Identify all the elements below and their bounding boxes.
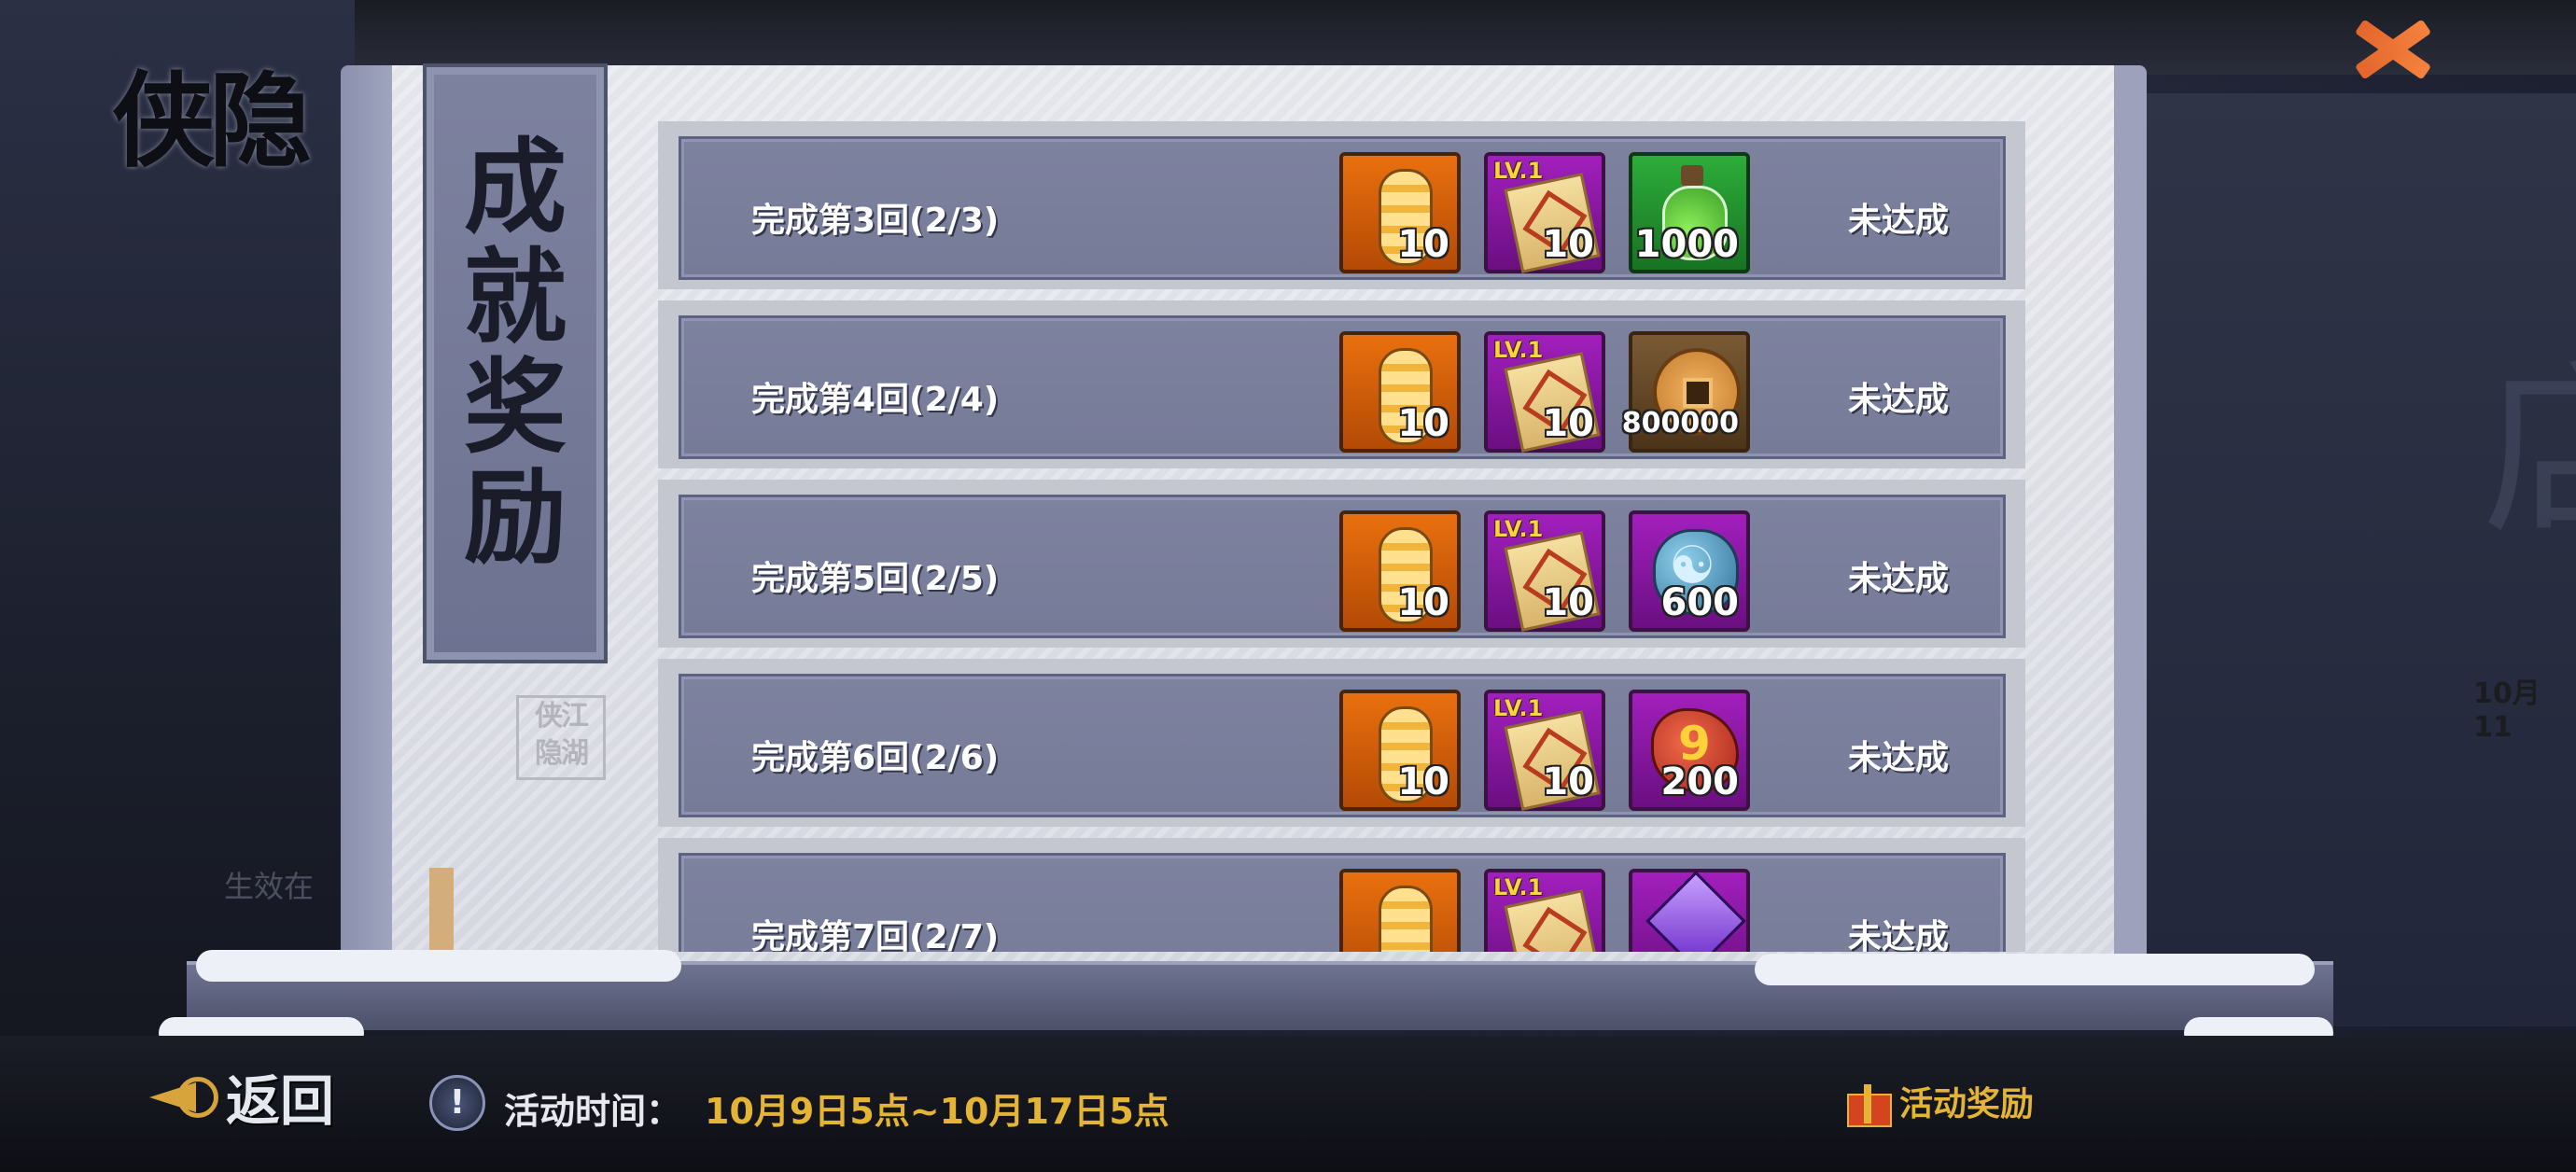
reward-qty: 1000 xyxy=(1634,223,1739,266)
reward-qty: 600 xyxy=(1660,581,1740,624)
row-label: 完成第6回(2/6) xyxy=(751,739,1000,777)
achievement-row: 完成第7回(2/7) LV.1 未达成 xyxy=(658,838,2025,952)
level-badge: LV.1 xyxy=(1493,337,1544,363)
reward-slot[interactable]: 200 xyxy=(1629,690,1750,811)
row-label: 完成第5回(2/5) xyxy=(751,560,1000,598)
reward-slot[interactable]: 10 xyxy=(1339,152,1461,273)
reward-slot[interactable]: LV.1 10 xyxy=(1484,510,1605,632)
achievement-row: 完成第4回(2/4) 10 LV.1 10 800000 未达成 xyxy=(658,300,2025,468)
reward-slot[interactable]: 600 xyxy=(1629,510,1750,632)
coupon-icon xyxy=(1379,886,1433,952)
back-label: 返回 xyxy=(226,1069,335,1133)
background-calligraphy: 店 xyxy=(2483,299,2576,569)
status-label: 未达成 xyxy=(1848,918,1950,952)
level-badge: LV.1 xyxy=(1493,516,1544,542)
reward-qty: 10 xyxy=(1397,581,1449,624)
reward-qty: 10 xyxy=(1542,402,1594,445)
row-panel: 完成第4回(2/4) 10 LV.1 10 800000 未达成 xyxy=(679,315,2006,459)
reward-slot[interactable]: LV.1 10 xyxy=(1484,690,1605,811)
row-label: 完成第3回(2/3) xyxy=(751,202,1000,240)
row-panel: 完成第5回(2/5) 10 LV.1 10 600 未达成 xyxy=(679,495,2006,638)
row-panel: 完成第6回(2/6) 10 LV.1 10 200 未达成 xyxy=(679,674,2006,817)
reward-slot[interactable]: LV.1 10 xyxy=(1484,331,1605,453)
title-banner: 成就奖励 xyxy=(423,63,608,663)
reward-qty: 10 xyxy=(1542,581,1594,624)
reward-slot[interactable] xyxy=(1629,869,1750,952)
reward-qty: 10 xyxy=(1397,760,1449,803)
snow-drift xyxy=(196,950,681,982)
status-label: 未达成 xyxy=(1848,381,1950,419)
reward-qty: 10 xyxy=(1542,760,1594,803)
panel-title: 成就奖励 xyxy=(464,127,567,578)
status-label: 未达成 xyxy=(1848,739,1950,777)
gift-icon xyxy=(1843,1077,1892,1127)
background-side-text: 生效在 xyxy=(224,869,315,904)
back-arrow-icon xyxy=(149,1073,218,1120)
event-time-label: 活动时间： xyxy=(504,1091,682,1132)
reward-qty: 10 xyxy=(1542,223,1594,266)
background-top-bar xyxy=(0,0,2576,75)
level-badge: LV.1 xyxy=(1493,158,1544,184)
reward-slot[interactable] xyxy=(1339,869,1461,952)
reward-slot[interactable]: 1000 xyxy=(1629,152,1750,273)
info-icon[interactable]: ! xyxy=(429,1075,485,1131)
reward-slot[interactable]: 800000 xyxy=(1622,331,1750,453)
row-panel: 完成第3回(2/3) 10 LV.1 10 1000 未达成 xyxy=(679,136,2006,280)
scroll-indicator[interactable] xyxy=(429,868,454,961)
bottom-bar xyxy=(0,1036,2576,1172)
seal-stamp: 侠江 隐湖 xyxy=(516,695,606,780)
row-label: 完成第4回(2/4) xyxy=(751,381,1000,419)
status-label: 未达成 xyxy=(1848,560,1950,598)
level-badge: LV.1 xyxy=(1493,874,1544,900)
reward-qty: 10 xyxy=(1397,223,1449,266)
event-time-value: 10月9日5点~10月17日5点 xyxy=(705,1091,1169,1132)
event-reward-button[interactable]: 活动奖励 xyxy=(1843,1073,2034,1129)
level-badge: LV.1 xyxy=(1493,695,1544,721)
reward-slot[interactable]: LV.1 10 xyxy=(1484,152,1605,273)
reward-qty: 10 xyxy=(1397,402,1449,445)
reward-qty: 200 xyxy=(1660,760,1740,803)
purple-gem-icon xyxy=(1645,871,1746,952)
snow-drift xyxy=(1755,954,2315,985)
background-date-text: 10月11 xyxy=(2473,677,2541,744)
achievement-row: 完成第3回(2/3) 10 LV.1 10 1000 未达成 xyxy=(658,121,2025,289)
reward-slot[interactable]: 10 xyxy=(1339,331,1461,453)
reward-slot[interactable]: 10 xyxy=(1339,510,1461,632)
row-panel: 完成第7回(2/7) LV.1 未达成 xyxy=(679,853,2006,952)
achievement-row: 完成第6回(2/6) 10 LV.1 10 200 未达成 xyxy=(658,659,2025,827)
close-button[interactable] xyxy=(2343,6,2436,90)
back-button[interactable]: 返回 xyxy=(149,1059,334,1134)
row-label: 完成第7回(2/7) xyxy=(751,918,1000,952)
event-reward-label: 活动奖励 xyxy=(1899,1085,2035,1123)
game-logo: 侠隐 xyxy=(112,61,312,181)
reward-slot[interactable]: 10 xyxy=(1339,690,1461,811)
reward-slot[interactable]: LV.1 xyxy=(1484,869,1605,952)
achievement-list[interactable]: 完成第3回(2/3) 10 LV.1 10 1000 未达成 完成第4回(2/4… xyxy=(658,121,2025,952)
status-label: 未达成 xyxy=(1848,202,1950,240)
achievement-row: 完成第5回(2/5) 10 LV.1 10 600 未达成 xyxy=(658,480,2025,648)
reward-qty: 800000 xyxy=(1621,407,1739,440)
